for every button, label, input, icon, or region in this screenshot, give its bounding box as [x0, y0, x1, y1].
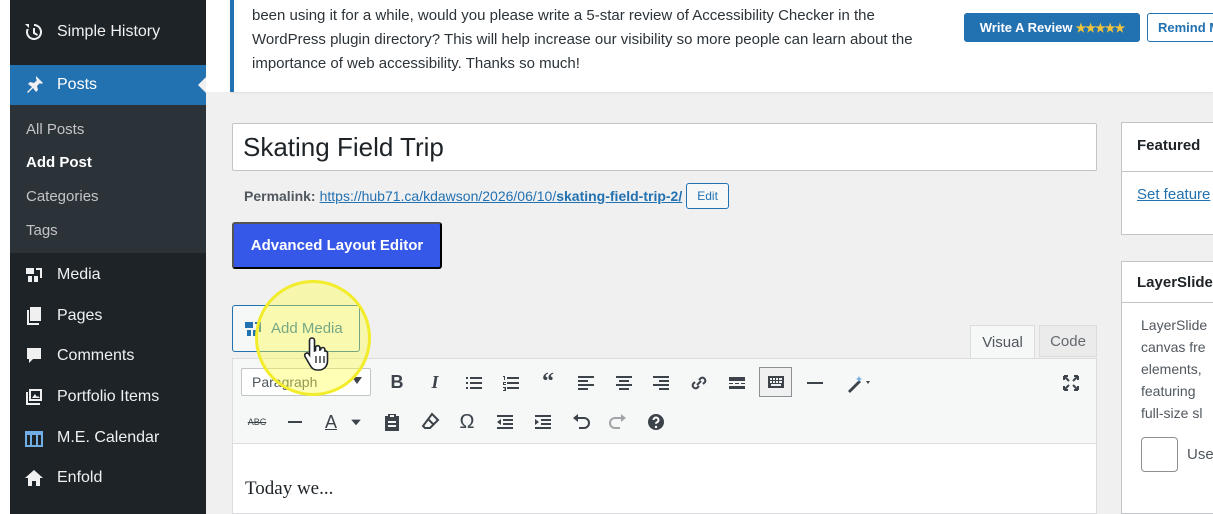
- pin-icon: [23, 74, 45, 96]
- menu-media[interactable]: Media: [10, 255, 206, 295]
- panel-divider: [1122, 171, 1213, 172]
- menu-label: Media: [57, 266, 101, 283]
- bulleted-list-icon[interactable]: [462, 371, 486, 395]
- media-icon: [23, 264, 45, 286]
- menu-label: Posts: [57, 76, 98, 93]
- permalink-label: Permalink:: [244, 188, 316, 204]
- star-rating-icon: ★★★★★: [1075, 20, 1125, 35]
- post-title-input[interactable]: Skating Field Trip: [232, 123, 1097, 171]
- align-center-icon[interactable]: [612, 371, 636, 395]
- editor-content-area[interactable]: Today we...: [232, 444, 1097, 514]
- advanced-layout-editor-button[interactable]: Advanced Layout Editor: [232, 222, 442, 269]
- outdent-icon[interactable]: [493, 410, 517, 434]
- tab-visual[interactable]: Visual: [970, 325, 1035, 358]
- layerslider-checkbox[interactable]: [1141, 437, 1178, 472]
- menu-label: Pages: [57, 307, 103, 324]
- calendar-icon: [23, 427, 45, 449]
- undo-icon[interactable]: [569, 410, 593, 434]
- text-color-dropdown-icon[interactable]: [348, 410, 364, 434]
- horizontal-line-icon[interactable]: [803, 371, 827, 395]
- strikethrough-icon[interactable]: ABC: [245, 410, 269, 434]
- comments-icon: [23, 345, 45, 367]
- submenu-tags[interactable]: Tags: [26, 222, 58, 239]
- home-icon: [23, 467, 45, 489]
- description-line: canvas fre: [1141, 339, 1206, 355]
- permalink-base: https://hub71.ca/kdawson/2026/06/10/: [319, 188, 557, 204]
- menu-posts[interactable]: Posts: [10, 65, 206, 105]
- permalink-row: Permalink: https://hub71.ca/kdawson/2026…: [244, 182, 729, 210]
- permalink-slug: skating-field-trip-2/: [556, 188, 683, 204]
- blockquote-icon[interactable]: “: [536, 369, 560, 395]
- hr-dash-icon[interactable]: [283, 410, 307, 434]
- admin-sidebar: Simple History Posts All Posts Add Post …: [10, 0, 206, 514]
- hand-pointer-icon: [303, 337, 329, 371]
- read-more-icon[interactable]: [725, 371, 749, 395]
- history-icon: [23, 21, 45, 43]
- layerslider-heading[interactable]: LayerSlide: [1137, 274, 1213, 291]
- description-line: LayerSlide: [1141, 317, 1208, 333]
- layerslider-checkbox-label: Use: [1187, 446, 1213, 463]
- link-icon[interactable]: [687, 371, 711, 395]
- menu-enfold[interactable]: Enfold: [10, 458, 206, 498]
- editor-text: Today we...: [245, 478, 334, 499]
- fullscreen-icon[interactable]: [1059, 371, 1083, 395]
- menu-pages[interactable]: Pages: [10, 296, 206, 336]
- toolbar-toggle-icon[interactable]: [759, 367, 792, 397]
- menu-label: M.E. Calendar: [57, 429, 160, 446]
- submenu-categories[interactable]: Categories: [26, 188, 99, 205]
- menu-label: Comments: [57, 347, 135, 364]
- special-character-icon[interactable]: Ω: [455, 410, 479, 434]
- review-notice: been using it for a while, would you ple…: [230, 0, 1213, 92]
- indent-icon[interactable]: [531, 410, 555, 434]
- magic-wand-icon[interactable]: [837, 371, 883, 395]
- help-icon[interactable]: [644, 410, 668, 434]
- layerslider-panel: LayerSlide LayerSlide canvas fre element…: [1121, 261, 1213, 514]
- description-line: full-size sl: [1141, 405, 1203, 421]
- submenu-add-post[interactable]: Add Post: [26, 154, 92, 171]
- write-review-button[interactable]: Write A Review ★★★★★: [964, 13, 1140, 42]
- italic-icon[interactable]: I: [423, 370, 447, 394]
- edit-permalink-button[interactable]: Edit: [686, 183, 729, 209]
- clear-formatting-icon[interactable]: [418, 410, 442, 434]
- permalink-link[interactable]: https://hub71.ca/kdawson/2026/06/10/skat…: [320, 188, 683, 204]
- featured-image-panel: Featured Set feature: [1121, 122, 1213, 235]
- description-line: featuring: [1141, 383, 1196, 399]
- menu-comments[interactable]: Comments: [10, 336, 206, 376]
- layerslider-description: LayerSlide canvas fre elements, featurin…: [1141, 314, 1213, 424]
- text-color-icon[interactable]: A: [319, 410, 343, 434]
- description-line: elements,: [1141, 361, 1202, 377]
- menu-label: Simple History: [57, 23, 161, 40]
- pages-icon: [23, 305, 45, 327]
- set-featured-image-link[interactable]: Set feature: [1137, 186, 1210, 203]
- align-right-icon[interactable]: [649, 371, 673, 395]
- tab-code[interactable]: Code: [1039, 325, 1097, 357]
- featured-image-heading[interactable]: Featured: [1137, 137, 1200, 154]
- write-review-label: Write A Review: [979, 20, 1073, 35]
- editor-toolbar: Paragraph B I “ ABC A Ω: [232, 358, 1097, 444]
- menu-portfolio-items[interactable]: Portfolio Items: [10, 377, 206, 417]
- menu-me-calendar[interactable]: M.E. Calendar: [10, 418, 206, 458]
- menu-simple-history[interactable]: Simple History: [10, 12, 206, 52]
- portfolio-icon: [23, 386, 45, 408]
- menu-label: Enfold: [57, 469, 103, 486]
- panel-divider: [1122, 302, 1213, 303]
- bold-icon[interactable]: B: [385, 370, 409, 394]
- submenu-all-posts[interactable]: All Posts: [26, 121, 84, 138]
- notice-text: been using it for a while, would you ple…: [252, 7, 913, 72]
- align-left-icon[interactable]: [574, 371, 598, 395]
- paste-text-icon[interactable]: [380, 410, 404, 434]
- remind-me-button[interactable]: Remind M: [1147, 13, 1213, 42]
- redo-icon[interactable]: [606, 410, 630, 434]
- menu-label: Portfolio Items: [57, 388, 160, 405]
- posts-submenu: All Posts Add Post Categories Tags: [10, 105, 206, 253]
- numbered-list-icon[interactable]: [499, 371, 523, 395]
